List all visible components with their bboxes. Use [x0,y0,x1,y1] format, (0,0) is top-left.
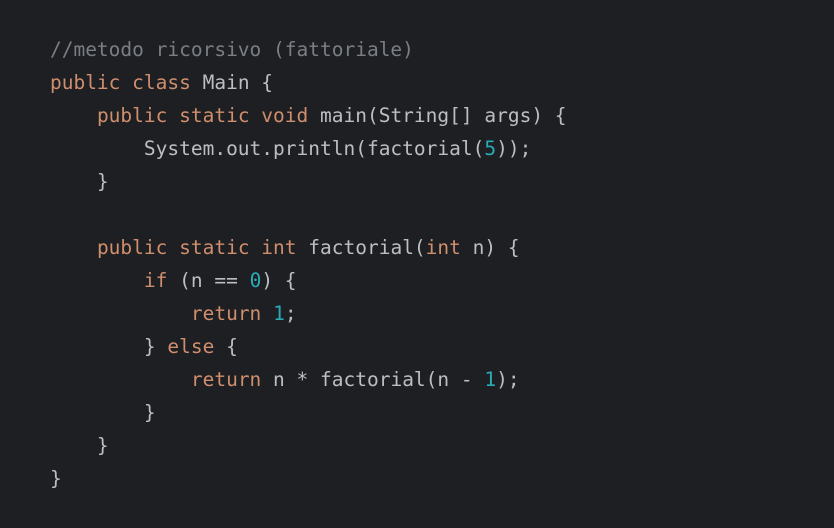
code-line-5[interactable]: } [3,132,109,193]
code-line-9[interactable]: return 1; [3,264,297,325]
code-line-11[interactable]: return n * factorial(n - 1); [3,330,520,391]
code-number: 1 [484,368,497,391]
code-line-10[interactable]: } else { [3,297,238,358]
code-line-6[interactable] [3,165,50,198]
code-keyword: int [425,236,461,259]
code-text: } [49,170,109,193]
code-text: } [49,467,62,490]
code-line-13[interactable]: } [3,396,109,457]
code-editor[interactable]: //metodo ricorsivo (fattoriale) public c… [0,0,834,490]
code-text: ); [496,368,520,391]
code-line-14[interactable]: } [3,429,62,490]
code-line-8[interactable]: if (n == 0) { [3,231,297,292]
code-keyword: return [190,368,262,391]
code-text: n) { [460,236,520,259]
code-line-2[interactable]: public class Main { [3,33,273,94]
code-number: 1 [273,302,285,325]
code-text: n * factorial(n - [261,368,485,391]
code-text: ; [284,302,297,325]
code-text: factorial( [296,236,426,259]
code-line-1[interactable]: //metodo ricorsivo (fattoriale) [3,0,414,61]
code-line-4[interactable]: System.out.println(factorial(5)); [3,99,531,160]
code-line-3[interactable]: public static void main(String[] args) { [3,66,567,127]
code-text: )); [496,137,532,160]
code-number: 5 [484,137,497,160]
code-line-12[interactable]: } [3,363,156,424]
code-text: System.out.println(factorial( [49,137,485,160]
code-line-7[interactable]: public static int factorial(int n) { [3,198,520,259]
